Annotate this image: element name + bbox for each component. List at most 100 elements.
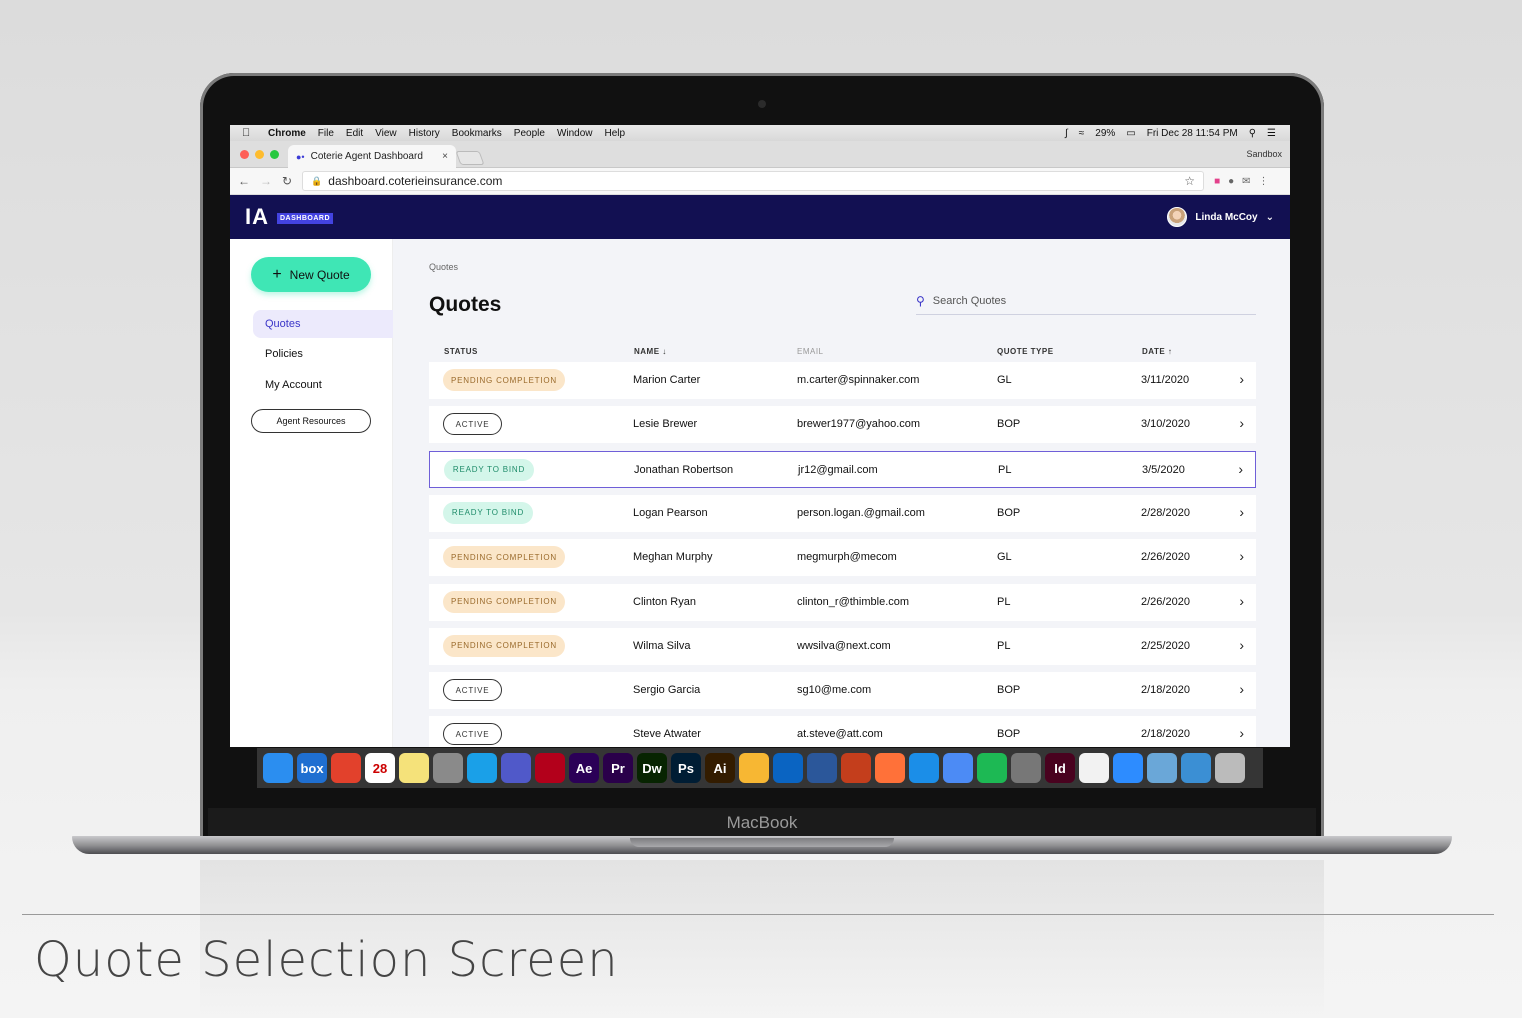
acrobat-icon[interactable] <box>535 753 565 783</box>
browser-tab[interactable]: ●• Coterie Agent Dashboard × <box>288 145 456 168</box>
wifi-icon[interactable]: ≈ <box>1079 128 1085 139</box>
dw-icon[interactable]: Dw <box>637 753 667 783</box>
chevron-right-icon[interactable]: › <box>1239 725 1244 741</box>
table-row[interactable]: PENDING COMPLETION Clinton Ryan clinton_r@… <box>429 583 1256 621</box>
minimize-window-button[interactable] <box>255 150 264 159</box>
menu-view[interactable]: View <box>375 128 397 139</box>
quote-date: 3/5/2020 <box>1142 463 1185 476</box>
apple-icon[interactable]:  <box>242 128 252 139</box>
column-date[interactable]: DATE ↑ <box>1142 347 1172 356</box>
extension-icon[interactable]: ■ <box>1214 176 1220 187</box>
table-row[interactable]: PENDING COMPLETION Meghan Murphy megmurph@… <box>429 539 1256 577</box>
system-preferences-icon[interactable] <box>1011 753 1041 783</box>
search-input[interactable]: Search Quotes <box>933 295 1006 307</box>
ps-icon[interactable]: Ps <box>671 753 701 783</box>
table-row[interactable]: PENDING COMPLETION Wilma Silva wwsilva@nex… <box>429 627 1256 665</box>
menu-window[interactable]: Window <box>557 128 593 139</box>
ae-icon[interactable]: Ae <box>569 753 599 783</box>
spotify-icon[interactable] <box>977 753 1007 783</box>
search-field[interactable]: ⚲ Search Quotes <box>916 287 1256 315</box>
screen:  Chrome File Edit View History Bookmark… <box>230 125 1290 747</box>
agent-resources-button[interactable]: Agent Resources <box>251 409 371 433</box>
firefox-icon[interactable] <box>875 753 905 783</box>
reload-icon[interactable]: ↻ <box>282 174 292 188</box>
calendar-icon[interactable]: 28 <box>365 753 395 783</box>
logo[interactable]: IA <box>245 204 269 230</box>
chrome-icon[interactable] <box>943 753 973 783</box>
notification-center-icon[interactable]: ☰ <box>1267 128 1276 139</box>
menu-help[interactable]: Help <box>605 128 626 139</box>
user-menu[interactable]: Linda McCoy ⌄ <box>1167 207 1274 227</box>
zoom-icon[interactable] <box>1113 753 1143 783</box>
extension-icon[interactable]: ✉ <box>1242 176 1250 187</box>
table-row[interactable]: PENDING COMPLETION Marion Carter m.carter@… <box>429 362 1256 399</box>
powerpoint-icon[interactable] <box>841 753 871 783</box>
bluetooth-icon[interactable]: ∫ <box>1065 128 1068 139</box>
sidebar-item-policies[interactable]: Policies <box>253 340 393 368</box>
sidebar-item-my-account[interactable]: My Account <box>253 371 393 399</box>
trash-icon[interactable] <box>1215 753 1245 783</box>
stickies-icon[interactable] <box>399 753 429 783</box>
quote-date: 2/26/2020 <box>1141 551 1190 564</box>
breadcrumb[interactable]: Quotes <box>429 262 458 272</box>
address-bar[interactable]: 🔒 dashboard.coterieinsurance.com ☆ <box>302 171 1205 191</box>
skype-icon[interactable] <box>467 753 497 783</box>
chevron-right-icon[interactable]: › <box>1238 461 1243 477</box>
table-row[interactable]: READY TO BIND Jonathan Robertson jr12@gmai… <box>429 450 1256 488</box>
quote-email: m.carter@spinnaker.com <box>797 374 920 386</box>
zoom-window-button[interactable] <box>270 150 279 159</box>
finder-icon[interactable] <box>263 753 293 783</box>
chevron-right-icon[interactable]: › <box>1239 415 1244 431</box>
close-window-button[interactable] <box>240 150 249 159</box>
teams-icon[interactable] <box>501 753 531 783</box>
box-icon[interactable]: box <box>297 753 327 783</box>
outlook-icon[interactable] <box>773 753 803 783</box>
ai-icon[interactable]: Ai <box>705 753 735 783</box>
files-icon[interactable] <box>1079 753 1109 783</box>
bookmark-star-icon[interactable]: ☆ <box>1184 174 1195 188</box>
new-tab-button[interactable] <box>455 151 485 165</box>
column-name[interactable]: NAME ↓ <box>634 347 667 356</box>
table-row[interactable]: READY TO BIND Logan Pearson person.logan.@… <box>429 494 1256 532</box>
chevron-right-icon[interactable]: › <box>1239 504 1244 520</box>
menu-edit[interactable]: Edit <box>346 128 363 139</box>
column-quote-type[interactable]: QUOTE TYPE <box>997 347 1054 356</box>
table-row[interactable]: ACTIVE Sergio Garcia sg10@me.com BOP 2/18/20… <box>429 672 1256 710</box>
sidebar-item-quotes[interactable]: Quotes <box>253 310 393 338</box>
spotlight-icon[interactable]: ⚲ <box>1249 128 1256 139</box>
sketch-icon[interactable] <box>739 753 769 783</box>
chevron-right-icon[interactable]: › <box>1239 548 1244 564</box>
safari-icon[interactable] <box>909 753 939 783</box>
table-row[interactable]: ACTIVE Lesie Brewer brewer1977@yahoo.com BO… <box>429 406 1256 444</box>
pr-icon[interactable]: Pr <box>603 753 633 783</box>
menu-history[interactable]: History <box>409 128 440 139</box>
menu-people[interactable]: People <box>514 128 545 139</box>
table-row[interactable]: ACTIVE Steve Atwater at.steve@att.com BOP 2/… <box>429 716 1256 747</box>
chevron-right-icon[interactable]: › <box>1239 593 1244 609</box>
chevron-right-icon[interactable]: › <box>1239 637 1244 653</box>
back-icon[interactable]: ← <box>238 174 250 188</box>
extension-icon[interactable]: ● <box>1228 176 1234 187</box>
column-status[interactable]: STATUS <box>444 347 478 356</box>
new-quote-button[interactable]: + New Quote <box>251 257 371 292</box>
wunderlist-icon[interactable] <box>331 753 361 783</box>
quote-email: at.steve@att.com <box>797 728 883 741</box>
close-tab-icon[interactable]: × <box>442 151 448 162</box>
launchpad-icon[interactable] <box>433 753 463 783</box>
chevron-right-icon[interactable]: › <box>1239 681 1244 697</box>
menu-bookmarks[interactable]: Bookmarks <box>452 128 502 139</box>
lock-icon: 🔒 <box>311 175 323 186</box>
forward-icon[interactable]: → <box>260 174 272 188</box>
menu-app[interactable]: Chrome <box>268 128 306 139</box>
chrome-menu-icon[interactable]: ⋮ <box>1259 176 1269 187</box>
word-icon[interactable] <box>807 753 837 783</box>
profile-name[interactable]: Sandbox <box>1246 149 1282 159</box>
column-email[interactable]: EMAIL <box>797 347 824 356</box>
id-icon[interactable]: Id <box>1045 753 1075 783</box>
mail-icon[interactable] <box>1181 753 1211 783</box>
battery-percent[interactable]: 29% <box>1095 128 1115 139</box>
menu-file[interactable]: File <box>318 128 334 139</box>
chevron-right-icon[interactable]: › <box>1239 371 1244 387</box>
menubar-datetime[interactable]: Fri Dec 28 11:54 PM <box>1147 128 1238 139</box>
preview-icon[interactable] <box>1147 753 1177 783</box>
